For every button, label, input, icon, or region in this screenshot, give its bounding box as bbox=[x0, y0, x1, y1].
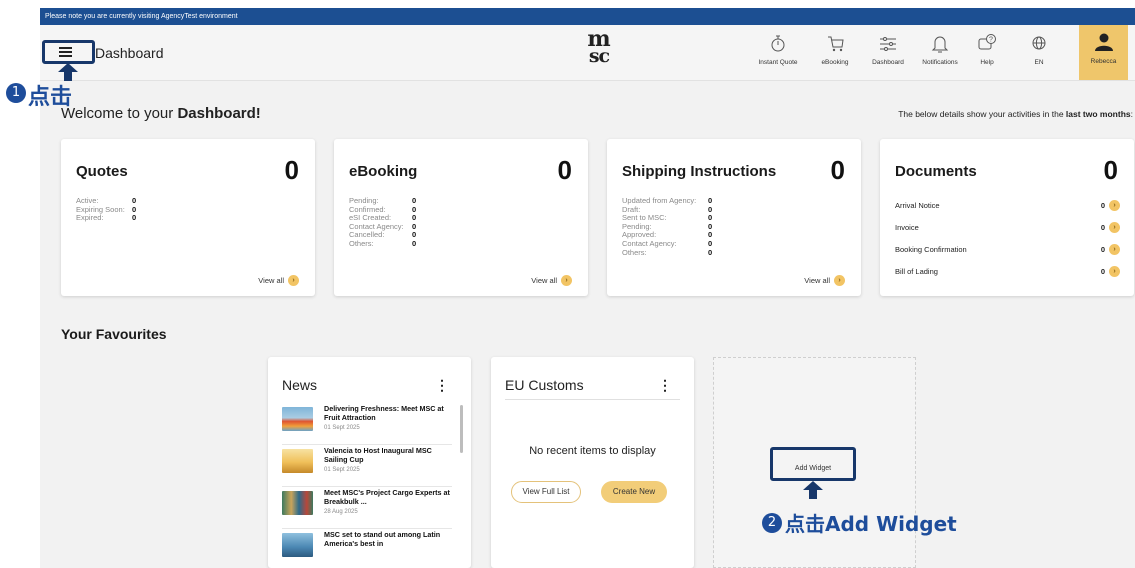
more-options-icon[interactable]: ⋮ bbox=[658, 377, 672, 394]
page-title: Dashboard bbox=[95, 45, 164, 61]
stat-list: Updated from Agency: 0 Draft: 0 Sent to MS… bbox=[622, 196, 713, 257]
stat-list: Pending: 0 Confirmed: 0 eSI Created: 0 Cont… bbox=[349, 196, 417, 249]
stat-list: Active: 0 Expiring Soon: 0 Expired: 0 bbox=[76, 196, 137, 223]
document-row[interactable]: Bill of Lading 0 › bbox=[895, 266, 1120, 277]
document-row[interactable]: Booking Confirmation 0 › bbox=[895, 244, 1120, 255]
top-bar: Dashboard m sc Instant Quote eBooking Da… bbox=[40, 25, 1135, 81]
card-title: Shipping Instructions bbox=[622, 163, 777, 180]
bell-icon bbox=[931, 36, 949, 53]
card-count: 0 bbox=[284, 155, 299, 185]
news-thumbnail bbox=[282, 449, 313, 473]
card-title: eBooking bbox=[349, 163, 418, 180]
view-all-link[interactable]: View all › bbox=[804, 275, 845, 286]
quotes-card[interactable]: Quotes 0 Active: 0 Expiring Soon: 0 Expire… bbox=[61, 139, 315, 296]
cart-icon bbox=[828, 36, 844, 52]
news-item[interactable]: Valencia to Host Inaugural MSC Sailing C… bbox=[282, 446, 452, 487]
sliders-icon bbox=[880, 37, 896, 51]
create-new-button[interactable]: Create New bbox=[601, 481, 667, 503]
chevron-right-icon: › bbox=[1109, 200, 1120, 211]
stat-row: Others: 0 bbox=[349, 238, 417, 248]
welcome-heading: Welcome to your Dashboard! bbox=[61, 105, 261, 122]
chevron-right-icon: › bbox=[1109, 222, 1120, 233]
card-title: Documents bbox=[895, 163, 977, 180]
news-widget: News ⋮ Delivering Freshness: Meet MSC at… bbox=[268, 357, 471, 568]
divider bbox=[505, 399, 680, 400]
chevron-right-icon: › bbox=[1109, 244, 1120, 255]
news-item[interactable]: MSC set to stand out among Latin America… bbox=[282, 530, 452, 568]
news-item[interactable]: Delivering Freshness: Meet MSC at Fruit … bbox=[282, 404, 452, 445]
widget-title: EU Customs bbox=[505, 377, 584, 393]
msc-logo[interactable]: m sc bbox=[579, 28, 619, 66]
eu-customs-widget: EU Customs ⋮ No recent items to display … bbox=[491, 357, 694, 568]
nav-help[interactable]: ? Help bbox=[972, 33, 1002, 66]
step-label: 点击 bbox=[28, 85, 73, 110]
svg-text:?: ? bbox=[989, 37, 993, 44]
nav-dashboard[interactable]: Dashboard bbox=[866, 33, 910, 66]
highlight-menu-box bbox=[42, 40, 95, 64]
news-thumbnail bbox=[282, 491, 313, 515]
chevron-right-icon: › bbox=[288, 275, 299, 286]
news-thumbnail bbox=[282, 407, 313, 431]
highlight-add-widget-box bbox=[770, 447, 856, 481]
document-row[interactable]: Arrival Notice 0 › bbox=[895, 200, 1120, 211]
scrollbar[interactable] bbox=[460, 405, 463, 453]
app-window: Please note you are currently visiting A… bbox=[40, 8, 1135, 568]
empty-state-message: No recent items to display bbox=[529, 445, 656, 457]
up-arrow-icon bbox=[803, 481, 823, 499]
step-label: 点击Add Widget bbox=[785, 512, 957, 536]
view-all-link[interactable]: View all › bbox=[258, 275, 299, 286]
document-row[interactable]: Invoice 0 › bbox=[895, 222, 1120, 233]
favourites-heading: Your Favourites bbox=[61, 326, 167, 342]
environment-notice: Please note you are currently visiting A… bbox=[40, 8, 1135, 25]
chevron-right-icon: › bbox=[561, 275, 572, 286]
nav-ebooking[interactable]: eBooking bbox=[813, 33, 857, 66]
stat-row: Expired: 0 bbox=[76, 213, 137, 223]
globe-icon bbox=[1032, 36, 1046, 50]
card-count: 0 bbox=[1103, 155, 1118, 185]
nav-language[interactable]: EN bbox=[1026, 33, 1052, 66]
user-profile-button[interactable]: Rebecca bbox=[1079, 25, 1128, 80]
card-title: Quotes bbox=[76, 163, 128, 180]
card-count: 0 bbox=[557, 155, 572, 185]
widget-title: News bbox=[282, 377, 318, 393]
activity-note: The below details show your activities i… bbox=[898, 109, 1133, 119]
view-full-list-button[interactable]: View Full List bbox=[511, 481, 581, 503]
nav-notifications[interactable]: Notifications bbox=[916, 33, 964, 66]
stat-row: Others: 0 bbox=[622, 247, 713, 257]
card-count: 0 bbox=[830, 155, 845, 185]
chevron-right-icon: › bbox=[834, 275, 845, 286]
more-options-icon[interactable]: ⋮ bbox=[435, 377, 449, 394]
news-thumbnail bbox=[282, 533, 313, 557]
nav-instant-quote[interactable]: Instant Quote bbox=[754, 33, 802, 66]
user-avatar-icon bbox=[1094, 33, 1113, 51]
news-item[interactable]: Meet MSC's Project Cargo Experts at Brea… bbox=[282, 488, 452, 529]
shipping-instructions-card[interactable]: Shipping Instructions 0 Updated from Age… bbox=[607, 139, 861, 296]
help-chat-icon: ? bbox=[978, 34, 996, 50]
ebooking-card[interactable]: eBooking 0 Pending: 0 Confirmed: 0 eSI Cre… bbox=[334, 139, 588, 296]
documents-card[interactable]: Documents 0 Arrival Notice 0 › Invoice 0 › B… bbox=[880, 139, 1134, 296]
step-badge: 1 bbox=[6, 83, 26, 103]
chevron-right-icon: › bbox=[1109, 266, 1120, 277]
view-all-link[interactable]: View all › bbox=[531, 275, 572, 286]
step-badge: 2 bbox=[762, 513, 782, 533]
stopwatch-icon bbox=[771, 35, 785, 52]
